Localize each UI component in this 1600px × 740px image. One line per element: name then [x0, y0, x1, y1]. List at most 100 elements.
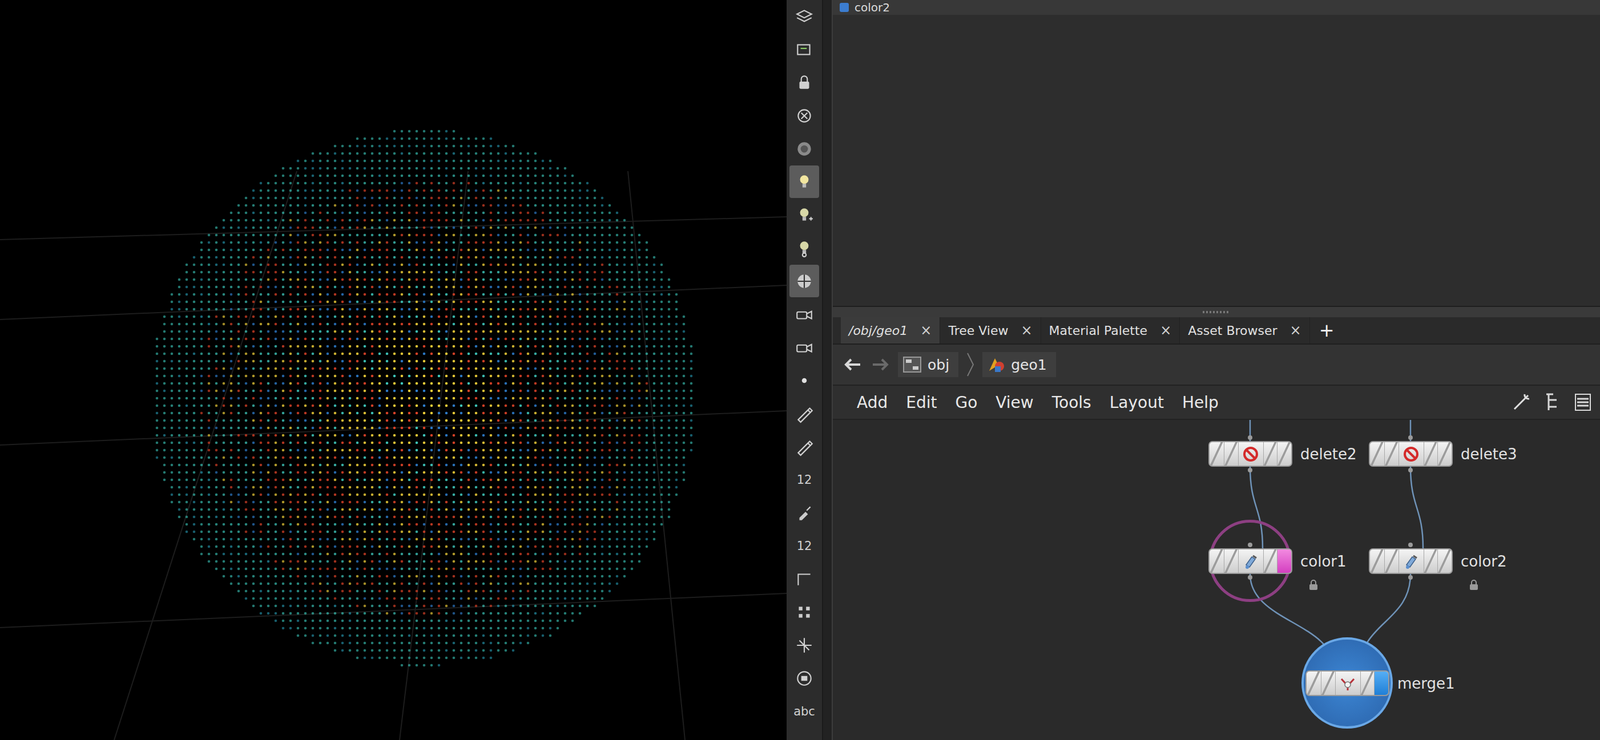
forward-arrow-icon[interactable]: [870, 356, 890, 374]
menu-item[interactable]: Tools: [1042, 393, 1101, 413]
bypass-flag[interactable]: [1369, 442, 1385, 466]
output-connector[interactable]: [1408, 575, 1413, 580]
tab-close[interactable]: ×: [1020, 322, 1033, 339]
lock-flag[interactable]: [1384, 549, 1399, 574]
toolbar-button[interactable]: [789, 297, 820, 331]
color-bottle-icon: [1242, 553, 1259, 570]
lock-flag[interactable]: [1384, 442, 1399, 466]
display-flag[interactable]: [1276, 549, 1292, 574]
input-connector[interactable]: [1408, 542, 1413, 548]
pane-tab[interactable]: /obj/geo1×: [840, 317, 941, 344]
toolbar-button[interactable]: [789, 662, 820, 695]
path-crumb[interactable]: obj: [897, 352, 959, 378]
display-flag[interactable]: [1437, 442, 1452, 466]
parameter-header: color2: [832, 0, 1600, 15]
menu-item[interactable]: Layout: [1100, 393, 1174, 413]
bypass-flag[interactable]: [1369, 549, 1385, 574]
lock-flag[interactable]: [1223, 549, 1239, 574]
input-connector[interactable]: [1247, 542, 1253, 548]
toolbar-button[interactable]: [789, 430, 820, 463]
tab-label: Material Palette: [1049, 323, 1148, 338]
template-flag[interactable]: [1423, 549, 1438, 574]
lock-flag[interactable]: [1223, 442, 1239, 466]
pen-icon: [794, 404, 814, 424]
toolbar-button[interactable]: abc: [789, 695, 820, 728]
toolbar-button[interactable]: [789, 198, 820, 232]
pane-tab[interactable]: Asset Browser×: [1179, 317, 1310, 344]
toolbar-button[interactable]: [789, 165, 820, 199]
output-connector[interactable]: [1408, 468, 1413, 473]
toolbar-button[interactable]: [789, 99, 820, 132]
network-node[interactable]: delete2: [1208, 441, 1357, 467]
node-body[interactable]: [1368, 548, 1453, 575]
list-icon[interactable]: [1573, 392, 1593, 413]
toolbar-button[interactable]: [789, 132, 820, 165]
menu-item[interactable]: View: [986, 393, 1043, 413]
template-flag[interactable]: [1360, 671, 1375, 696]
toolbar-button[interactable]: [789, 629, 820, 662]
toolbar-button[interactable]: [789, 0, 820, 33]
network-node[interactable]: color1: [1208, 548, 1347, 575]
network-node[interactable]: color2: [1368, 548, 1507, 575]
bypass-flag[interactable]: [1209, 549, 1224, 574]
tab-close[interactable]: ×: [1290, 322, 1302, 339]
toolbar-button[interactable]: 12: [789, 463, 820, 497]
path-crumb[interactable]: geo1: [982, 352, 1056, 378]
template-flag[interactable]: [1423, 442, 1438, 466]
pane-tab[interactable]: Tree View×: [940, 317, 1041, 344]
toolbar-button[interactable]: [789, 364, 820, 397]
display-flag[interactable]: [1437, 549, 1452, 574]
template-flag[interactable]: [1263, 549, 1278, 574]
toolbar-button[interactable]: [789, 66, 820, 99]
toolbar-button[interactable]: [789, 331, 820, 364]
bypass-flag[interactable]: [1209, 442, 1224, 466]
node-body[interactable]: [1368, 441, 1453, 467]
tab-close[interactable]: ×: [1159, 322, 1172, 339]
toolbar-button[interactable]: 12: [789, 529, 820, 563]
add-tab-button[interactable]: +: [1310, 317, 1344, 344]
menu-item[interactable]: Help: [1173, 393, 1228, 413]
toolbar-button[interactable]: [789, 33, 820, 66]
scene-viewport[interactable]: [0, 0, 787, 740]
display-flag[interactable]: [1276, 442, 1292, 466]
layers-icon: [794, 6, 814, 27]
bypass-flag[interactable]: [1306, 671, 1321, 696]
crumb-label: obj: [927, 356, 950, 374]
toolbar-button[interactable]: [789, 562, 820, 596]
tree-icon[interactable]: [1544, 392, 1562, 413]
menu-item[interactable]: Add: [847, 393, 897, 413]
tab-close[interactable]: ×: [920, 322, 932, 339]
output-connector[interactable]: [1247, 468, 1253, 473]
menu-item[interactable]: Edit: [896, 393, 946, 413]
node-icon-cell: [1238, 442, 1264, 466]
toolbar-button[interactable]: [789, 397, 820, 430]
display-flag[interactable]: [1373, 671, 1389, 696]
node-type-icon: [839, 2, 849, 12]
node-body[interactable]: [1208, 441, 1293, 467]
back-arrow-icon[interactable]: [843, 356, 863, 374]
toolbar-button[interactable]: [789, 231, 820, 265]
network-editor[interactable]: delete2 delete3 color1 color2 merge1: [832, 420, 1600, 740]
pane-tab[interactable]: Material Palette ×: [1041, 317, 1181, 344]
delete-icon: [1403, 446, 1420, 463]
toolbar-button[interactable]: [789, 496, 820, 530]
input-connector[interactable]: [1247, 435, 1253, 441]
node-label: merge1: [1397, 675, 1456, 693]
node-body[interactable]: [1305, 670, 1390, 697]
toolbar-label: abc: [793, 704, 816, 719]
template-flag[interactable]: [1263, 442, 1278, 466]
input-connector[interactable]: [1408, 435, 1413, 441]
pivot-icon: [794, 635, 814, 656]
network-node[interactable]: delete3: [1368, 441, 1517, 467]
lock-flag[interactable]: [1320, 671, 1336, 696]
pane-splitter[interactable]: [823, 0, 833, 740]
menu-item[interactable]: Go: [945, 393, 987, 413]
output-connector[interactable]: [1247, 575, 1253, 580]
node-body[interactable]: [1208, 548, 1293, 575]
point-cloud-render[interactable]: [0, 0, 787, 740]
network-node[interactable]: merge1: [1305, 670, 1456, 697]
wrench-icon[interactable]: [1510, 392, 1532, 413]
horizontal-splitter[interactable]: [832, 305, 1600, 318]
toolbar-button[interactable]: [789, 264, 820, 298]
toolbar-button[interactable]: [789, 595, 820, 629]
